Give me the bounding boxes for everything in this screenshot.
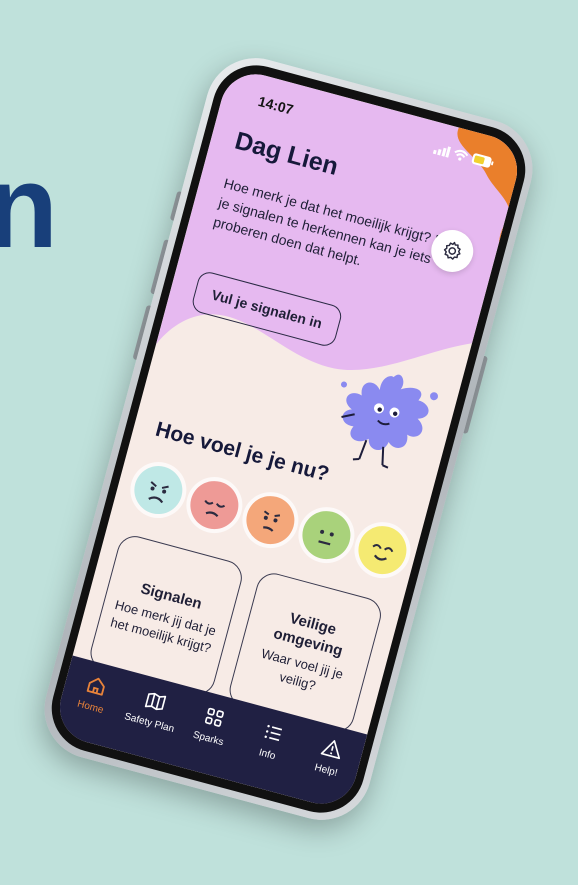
mood-option-worried[interactable]	[241, 490, 300, 550]
nav-item-sparks[interactable]: Sparks	[179, 699, 245, 752]
nav-label: Sparks	[191, 729, 225, 749]
nav-label: Home	[75, 698, 105, 717]
grid-icon	[204, 707, 224, 727]
nav-item-home[interactable]: Home	[61, 667, 127, 720]
phone-mockup: 14:07 Dag Lien Hoe merk je dat het moeil…	[33, 46, 544, 832]
gear-icon	[443, 241, 461, 260]
nav-label: Info	[257, 747, 277, 763]
neutral-face-icon	[318, 529, 334, 546]
mood-option-smiling[interactable]	[353, 520, 412, 580]
warning-icon	[320, 739, 340, 760]
home-icon	[86, 677, 105, 696]
nav-item-safety-plan[interactable]: Safety Plan	[120, 683, 186, 736]
nav-label: Help!	[313, 762, 339, 779]
mood-option-frowning[interactable]	[128, 460, 188, 520]
background-letter: n	[0, 141, 59, 273]
list-icon	[264, 724, 282, 741]
card-text: Hoe merk jij dat je het moeilijk krijgt?	[109, 596, 218, 656]
nav-item-info[interactable]: Info	[238, 715, 304, 768]
mood-option-neutral[interactable]	[297, 505, 356, 565]
worried-face-icon	[263, 510, 281, 532]
sad-face-icon	[204, 499, 226, 518]
nav-item-help[interactable]: Help!	[297, 731, 363, 784]
frowning-face-icon	[148, 481, 169, 504]
mood-option-sad[interactable]	[184, 475, 244, 535]
nav-label: Safety Plan	[123, 711, 176, 736]
map-icon	[144, 692, 166, 711]
smiling-face-icon	[372, 544, 394, 561]
